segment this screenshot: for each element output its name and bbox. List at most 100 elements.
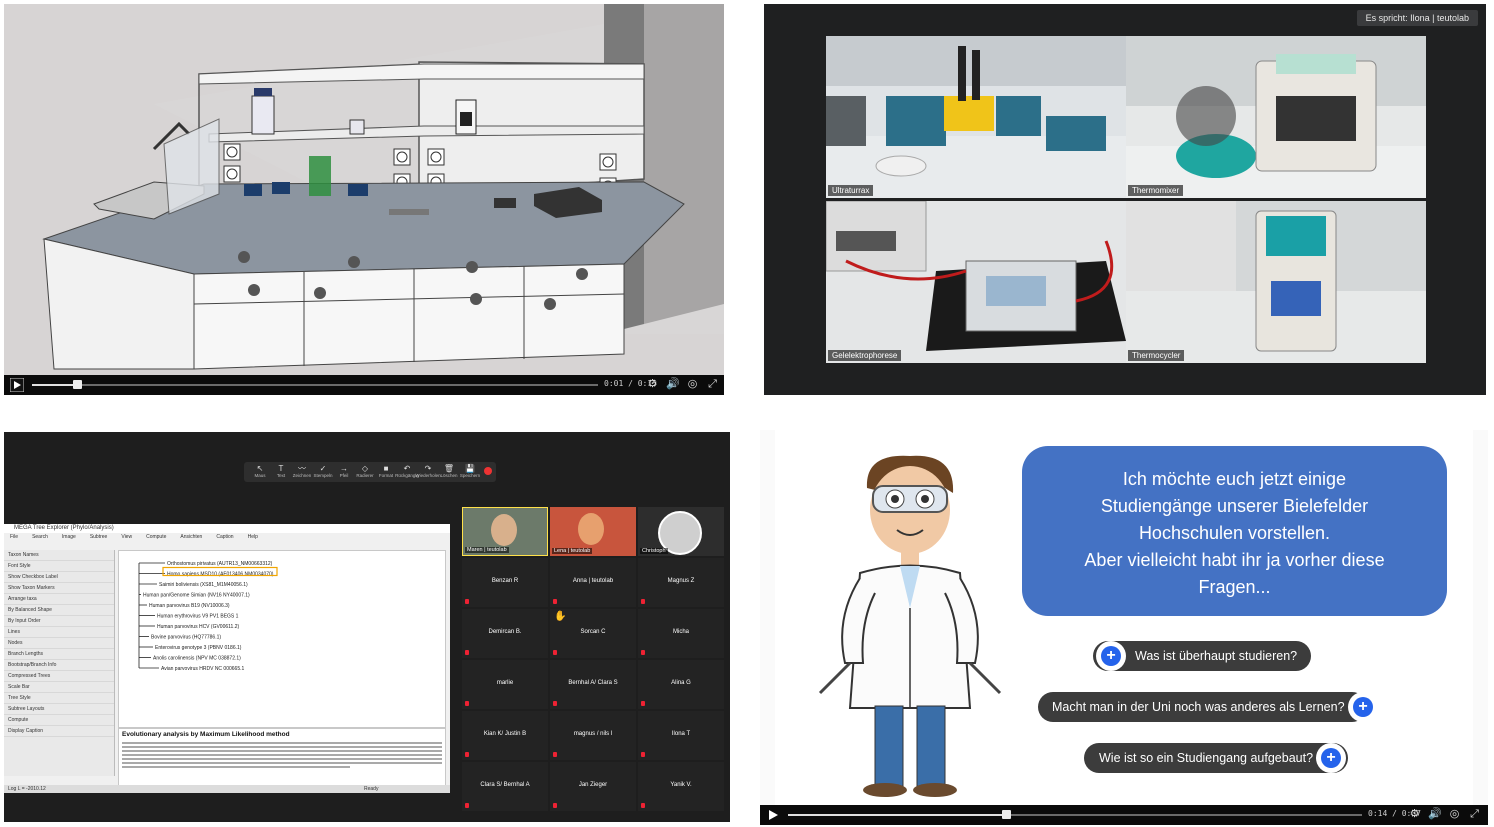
toolbar-tool[interactable]: T Text	[271, 464, 291, 481]
toolbar-tool[interactable]: 🗑 Löschen	[439, 464, 459, 481]
tree-leaf-label[interactable]: Enterovirus genotype 3 (PBNV 0186.1)	[155, 645, 242, 651]
seek-handle[interactable]	[1002, 810, 1011, 819]
tree-leaf-label[interactable]: Anolis carolinensis (NPV MC 038872.1)	[153, 656, 241, 662]
option-row[interactable]: Branch Lengths	[4, 649, 114, 660]
toolbar-tool[interactable]: 〰 Zeichnen	[292, 464, 312, 481]
tree-leaf-label[interactable]: Human erythrovirus V9 PV1 BEGS 1	[157, 614, 239, 620]
option-row[interactable]: Lines	[4, 627, 114, 638]
participant-tile[interactable]: Benzan R	[462, 558, 548, 607]
menu-item[interactable]: File	[10, 534, 18, 540]
question-button-uni-lernen[interactable]: Macht man in der Uni noch was anderes al…	[1038, 692, 1378, 722]
participant-tile[interactable]: Micha	[638, 609, 724, 658]
video-meeting-panel: ↖ Maus T Text 〰 Zeichnen ✓ Stempeln → Pfeil ◇ Radie…	[4, 432, 730, 822]
menu-item[interactable]: Search	[32, 534, 48, 540]
option-row[interactable]: Show Checkbox Label	[4, 572, 114, 583]
mic-muted-icon	[641, 752, 645, 757]
participant-tile[interactable]: Christoph	[638, 507, 724, 556]
option-row[interactable]: Arrange taxa	[4, 594, 114, 605]
participant-tile[interactable]: marlie	[462, 660, 548, 709]
participant-tile[interactable]: Maren | teutolab	[462, 507, 548, 556]
option-row[interactable]: Display Caption	[4, 726, 114, 737]
option-row[interactable]: By Input Order	[4, 616, 114, 627]
menu-item[interactable]: Compute	[146, 534, 166, 540]
toolbar-tool[interactable]: ↖ Maus	[250, 464, 270, 481]
menu-item[interactable]: Subtree	[90, 534, 108, 540]
option-row[interactable]: By Balanced Shape	[4, 605, 114, 616]
option-row[interactable]: Subtree Layouts	[4, 704, 114, 715]
seek-bar[interactable]	[32, 380, 598, 389]
seek-handle[interactable]	[73, 380, 82, 389]
volume-icon[interactable]: 🔊	[1428, 808, 1442, 821]
volume-icon[interactable]: 🔊	[666, 378, 680, 391]
thermomixer-camera-image	[1126, 36, 1426, 198]
option-row[interactable]: Font Style	[4, 561, 114, 572]
tool-icon: 〰	[298, 464, 306, 473]
participant-tile[interactable]: Magnus Z	[638, 558, 724, 607]
tree-leaf-label[interactable]: Avian parvovirus HRDV NC 000665.1	[161, 666, 245, 672]
seek-bar[interactable]	[788, 810, 1362, 819]
menu-item[interactable]: Help	[248, 534, 258, 540]
option-row[interactable]: Show Taxon Markers	[4, 583, 114, 594]
cc-icon[interactable]: ◎	[686, 378, 699, 391]
stop-share-icon[interactable]	[484, 467, 492, 475]
play-icon[interactable]	[766, 808, 780, 822]
camera-tile-gelelektrophorese[interactable]: Gelelektrophorese	[826, 201, 1126, 363]
question-button-studiengang-aufbau[interactable]: Wie ist so ein Studiengang aufgebaut? +	[1084, 743, 1348, 773]
fullscreen-icon[interactable]: ⤢	[706, 378, 719, 391]
camera-tile-thermomixer[interactable]: Thermomixer	[1126, 36, 1426, 198]
tree-leaf-label[interactable]: Homo sapiens MSD10 (AF013406 NM0034070)	[167, 572, 274, 578]
tree-leaf-label[interactable]: Human parvovirus HCV (GV00611.2)	[157, 624, 239, 630]
camera-tile-ultraturrax[interactable]: Ultraturrax	[826, 36, 1126, 198]
tool-label: Speichern	[459, 473, 481, 478]
tree-leaf-label[interactable]: Bovine parvovirus (HQ77786.1)	[151, 635, 221, 641]
fullscreen-icon[interactable]: ⤢	[1468, 808, 1481, 821]
toolbar-tool[interactable]: 💾 Speichern	[460, 464, 480, 481]
settings-icon[interactable]: ⚙	[1408, 808, 1421, 821]
settings-icon[interactable]: ⚙	[646, 378, 659, 391]
participant-tile[interactable]: Yanik V.	[638, 762, 724, 811]
participant-tile[interactable]: Anna | teutolab	[550, 558, 636, 607]
option-row[interactable]: Scale Bar	[4, 682, 114, 693]
seek-progress	[788, 814, 1006, 816]
question-button-studieren[interactable]: + Was ist überhaupt studieren?	[1093, 641, 1311, 671]
option-row[interactable]: Compute	[4, 715, 114, 726]
participant-tile[interactable]: Jan Zieger	[550, 762, 636, 811]
lab-coat-character	[818, 455, 1002, 797]
option-row[interactable]: Nodes	[4, 638, 114, 649]
participant-tile[interactable]: Lena | teutolab	[550, 507, 636, 556]
cc-icon[interactable]: ◎	[1448, 808, 1461, 821]
menu-item[interactable]: Caption	[216, 534, 233, 540]
participant-tile[interactable]: Alina G	[638, 660, 724, 709]
raised-hand-icon: ✋	[554, 611, 567, 622]
toolbar-tool[interactable]: ↶ Rückgängig	[395, 464, 419, 481]
toolbar-tool[interactable]: ✓ Stempeln	[313, 464, 333, 481]
play-icon[interactable]	[10, 378, 24, 392]
tool-icon: 💾	[465, 464, 475, 473]
option-row[interactable]: Bootstrap/Branch Info	[4, 660, 114, 671]
participant-tile[interactable]: Demircan B.	[462, 609, 548, 658]
camera-tile-thermocycler[interactable]: Thermocycler	[1126, 201, 1426, 363]
menu-item[interactable]: View	[121, 534, 132, 540]
participant-name: Ilona T	[671, 731, 691, 737]
toolbar-tool[interactable]: ◇ Radierer	[355, 464, 375, 481]
participant-tile[interactable]: Sorcan C ✋	[550, 609, 636, 658]
toolbar-tool[interactable]: ■ Format	[376, 464, 396, 481]
menu-bar: File Search Image Subtree View Compute Ansicht…	[4, 533, 450, 541]
participant-tile[interactable]: Ilona T	[638, 711, 724, 760]
option-row[interactable]: Compressed Trees	[4, 671, 114, 682]
toolbar-tool[interactable]: ↷ Wiederholen	[415, 464, 440, 481]
camera-grid-panel: Es spricht: Ilona | teutolab Ultraturrax	[764, 4, 1486, 395]
tree-leaf-label[interactable]: Human parvovirus B19 (NV10006.3)	[149, 603, 230, 609]
toolbar-tool[interactable]: → Pfeil	[334, 464, 354, 481]
tree-leaf-label[interactable]: Orthostomus pirivatus (AUTR13_NM00663312…	[167, 561, 273, 567]
participant-tile[interactable]: Kian K/ Justin B	[462, 711, 548, 760]
participant-tile[interactable]: Bernhal A/ Clara S	[550, 660, 636, 709]
menu-item[interactable]: Ansichten	[180, 534, 202, 540]
option-row[interactable]: Taxon Names	[4, 550, 114, 561]
participant-tile[interactable]: magnus / nils l	[550, 711, 636, 760]
tree-leaf-label[interactable]: Saimiri boliviensis (XS81_M1M40056.1)	[159, 582, 248, 588]
menu-item[interactable]: Image	[62, 534, 76, 540]
option-row[interactable]: Tree Style	[4, 693, 114, 704]
participant-tile[interactable]: Clara S/ Bernhal A	[462, 762, 548, 811]
tree-leaf-label[interactable]: Human pan/Genome Simian (NV16 NY40007.1)	[143, 593, 250, 599]
